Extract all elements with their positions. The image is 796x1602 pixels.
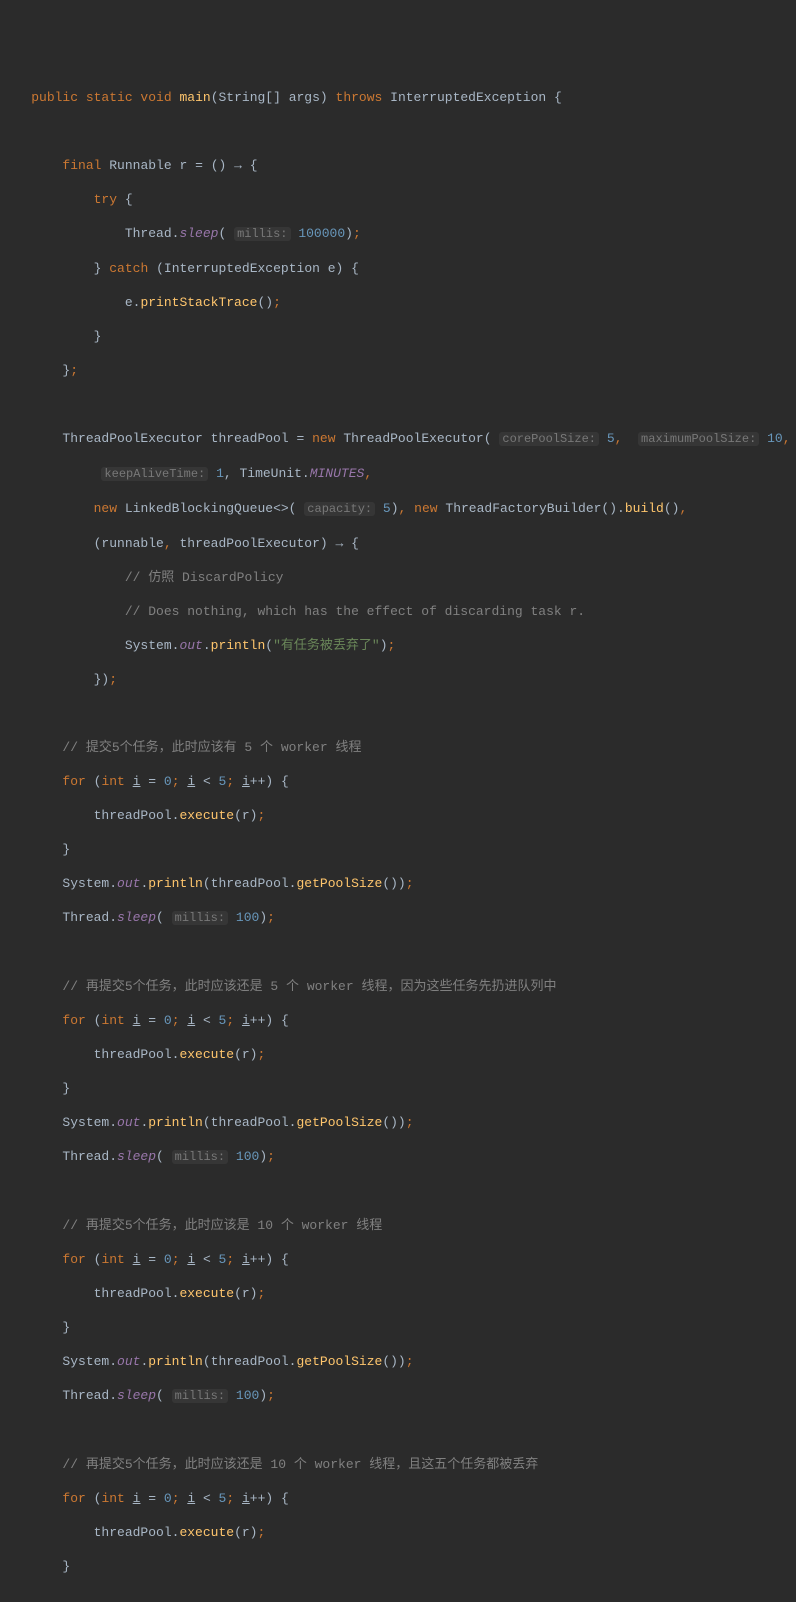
code-line bbox=[0, 705, 796, 722]
code-line: ThreadPoolExecutor threadPool = new Thre… bbox=[0, 430, 796, 448]
code-line bbox=[0, 396, 796, 413]
code-line: // Does nothing, which has the effect of… bbox=[0, 603, 796, 620]
code-line: (runnable, threadPoolExecutor) → { bbox=[0, 535, 796, 552]
code-line: System.out.println(threadPool.getPoolSiz… bbox=[0, 1353, 796, 1370]
code-line: for (int i = 0; i < 5; i++) { bbox=[0, 1490, 796, 1507]
code-line: } bbox=[0, 841, 796, 858]
code-line bbox=[0, 1592, 796, 1602]
code-line: Thread.sleep( millis: 100); bbox=[0, 1148, 796, 1166]
code-line: Thread.sleep( millis: 100); bbox=[0, 1387, 796, 1405]
code-line: // 再提交5个任务，此时应该还是 5 个 worker 线程，因为这些任务先扔… bbox=[0, 978, 796, 995]
code-line: } bbox=[0, 1558, 796, 1575]
code-line: // 提交5个任务，此时应该有 5 个 worker 线程 bbox=[0, 739, 796, 756]
code-line: } bbox=[0, 1319, 796, 1336]
code-line: }; bbox=[0, 362, 796, 379]
code-line: System.out.println(threadPool.getPoolSiz… bbox=[0, 875, 796, 892]
code-line: }); bbox=[0, 671, 796, 688]
code-line: public static void main(String[] args) t… bbox=[0, 89, 796, 106]
code-line: System.out.println("有任务被丢弃了"); bbox=[0, 637, 796, 654]
code-line: for (int i = 0; i < 5; i++) { bbox=[0, 1012, 796, 1029]
code-line: for (int i = 0; i < 5; i++) { bbox=[0, 1251, 796, 1268]
code-line: // 再提交5个任务，此时应该是 10 个 worker 线程 bbox=[0, 1217, 796, 1234]
code-line: // 再提交5个任务，此时应该还是 10 个 worker 线程，且这五个任务都… bbox=[0, 1456, 796, 1473]
code-line: threadPool.execute(r); bbox=[0, 807, 796, 824]
code-line: for (int i = 0; i < 5; i++) { bbox=[0, 773, 796, 790]
code-line bbox=[0, 123, 796, 140]
code-line: System.out.println(threadPool.getPoolSiz… bbox=[0, 1114, 796, 1131]
code-line: final Runnable r = () → { bbox=[0, 157, 796, 174]
code-line: Thread.sleep( millis: 100000); bbox=[0, 225, 796, 243]
code-line: } bbox=[0, 328, 796, 345]
code-line: try { bbox=[0, 191, 796, 208]
code-editor[interactable]: public static void main(String[] args) t… bbox=[0, 72, 796, 1602]
code-line: // 仿照 DiscardPolicy bbox=[0, 569, 796, 586]
code-line: threadPool.execute(r); bbox=[0, 1046, 796, 1063]
code-line: } catch (InterruptedException e) { bbox=[0, 260, 796, 277]
code-line bbox=[0, 944, 796, 961]
code-line: Thread.sleep( millis: 100); bbox=[0, 909, 796, 927]
code-line: e.printStackTrace(); bbox=[0, 294, 796, 311]
code-line: new LinkedBlockingQueue<>( capacity: 5),… bbox=[0, 500, 796, 518]
code-line: } bbox=[0, 1080, 796, 1097]
code-line: keepAliveTime: 1, TimeUnit.MINUTES, bbox=[0, 465, 796, 483]
code-line bbox=[0, 1422, 796, 1439]
code-line bbox=[0, 1183, 796, 1200]
code-line: threadPool.execute(r); bbox=[0, 1285, 796, 1302]
code-line: threadPool.execute(r); bbox=[0, 1524, 796, 1541]
